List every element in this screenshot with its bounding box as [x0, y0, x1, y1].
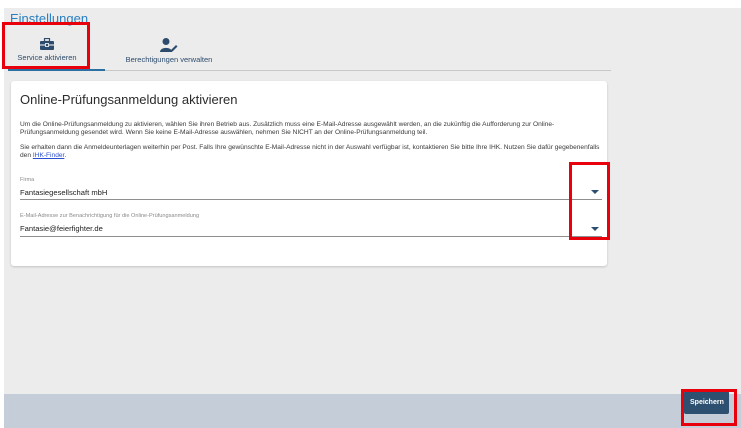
- intro-text: Um die Online-Prüfungsanmeldung zu aktiv…: [20, 121, 555, 136]
- email-value: Fantasie@feierfighter.de: [20, 224, 103, 233]
- footer-bar: [4, 394, 741, 428]
- field-underline: [20, 199, 602, 200]
- company-value: Fantasiegesellschaft mbH: [20, 188, 108, 197]
- email-select[interactable]: E-Mail-Adresse zur Benachrichtigung für …: [20, 213, 602, 237]
- ihk-finder-link[interactable]: IHK-Finder: [33, 152, 65, 159]
- info-text-end: .: [64, 152, 67, 159]
- user-edit-icon: [160, 38, 178, 52]
- app-container: Einstellungen Service aktivieren Berecht…: [4, 8, 741, 428]
- highlight-box-save: [681, 389, 737, 426]
- tab-label: Berechtigungen verwalten: [125, 55, 213, 64]
- active-tab-indicator: [8, 69, 105, 71]
- card-title: Online-Prüfungsanmeldung aktivieren: [20, 92, 238, 107]
- settings-card: Online-Prüfungsanmeldung aktivieren Um d…: [11, 81, 607, 266]
- highlight-box-tab: [2, 22, 90, 69]
- info-text-main: Sie erhalten dann die Anmeldeunterlagen …: [20, 144, 600, 159]
- company-label: Firma: [20, 177, 35, 183]
- highlight-box-dropdowns: [569, 162, 610, 240]
- field-underline: [20, 236, 602, 237]
- email-label: E-Mail-Adresse zur Benachrichtigung für …: [20, 213, 200, 219]
- tab-manage-permissions[interactable]: Berechtigungen verwalten: [116, 34, 222, 74]
- company-select[interactable]: Firma Fantasiegesellschaft mbH: [20, 177, 602, 200]
- info-text: Sie erhalten dann die Anmeldeunterlagen …: [20, 144, 600, 160]
